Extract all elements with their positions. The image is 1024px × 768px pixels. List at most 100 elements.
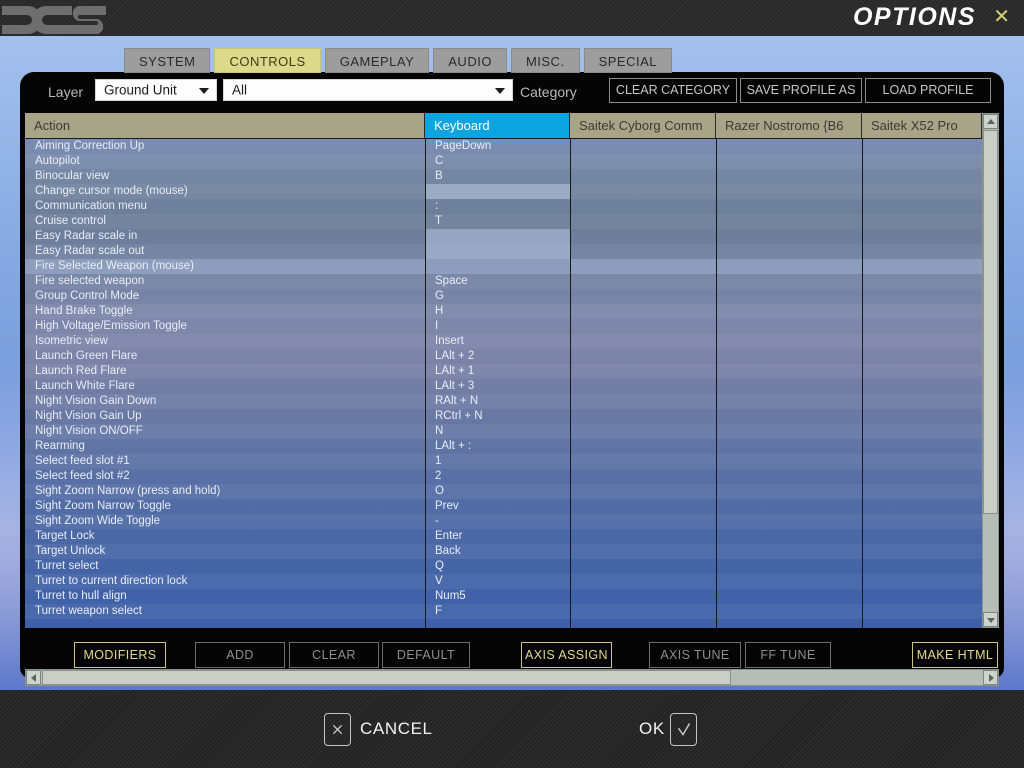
table-row[interactable]: Cruise control T	[25, 214, 982, 229]
column-header-razer-nostromo-b6[interactable]: Razer Nostromo {B6	[716, 113, 862, 138]
cell-keyboard[interactable]: G	[425, 289, 570, 304]
cell-keyboard[interactable]: RCtrl + N	[425, 409, 570, 424]
table-row[interactable]: Launch White Flare LAlt + 3	[25, 379, 982, 394]
close-icon[interactable]: ✕	[993, 6, 1010, 28]
cell-action[interactable]: Night Vision Gain Down	[25, 394, 425, 409]
cell-action[interactable]: Aiming Correction Up	[25, 139, 425, 154]
category-select[interactable]: All	[223, 79, 513, 101]
table-row[interactable]: Turret to current direction lock V	[25, 574, 982, 589]
cell-keyboard[interactable]: Num5	[425, 589, 570, 604]
ok-icon-button[interactable]	[670, 713, 697, 746]
cell-action[interactable]: Easy Radar scale out	[25, 244, 425, 259]
cell-action[interactable]: Sight Zoom Narrow (press and hold)	[25, 484, 425, 499]
vertical-scrollbar[interactable]	[982, 113, 999, 628]
table-row[interactable]: Sight Zoom Narrow Toggle Prev	[25, 499, 982, 514]
cell-keyboard[interactable]: LAlt + 1	[425, 364, 570, 379]
cell-keyboard[interactable]: RAlt + N	[425, 394, 570, 409]
cell-action[interactable]: Autopilot	[25, 154, 425, 169]
layer-select[interactable]: Ground Unit	[95, 79, 217, 101]
cell-keyboard[interactable]: B	[425, 169, 570, 184]
cell-action[interactable]: Fire Selected Weapon (mouse)	[25, 259, 425, 274]
cell-action[interactable]: Turret select	[25, 559, 425, 574]
column-header-saitek-cyborg-comm[interactable]: Saitek Cyborg Comm	[570, 113, 716, 138]
scroll-up-arrow-icon[interactable]	[983, 114, 998, 129]
cell-action[interactable]: Launch Green Flare	[25, 349, 425, 364]
cell-action[interactable]: Sight Zoom Narrow Toggle	[25, 499, 425, 514]
table-row[interactable]: Night Vision Gain Down RAlt + N	[25, 394, 982, 409]
table-row[interactable]: Turret weapon select F	[25, 604, 982, 619]
table-row[interactable]: Isometric view Insert	[25, 334, 982, 349]
table-row[interactable]: Fire Selected Weapon (mouse)	[25, 259, 982, 274]
cell-action[interactable]: Turret weapon select	[25, 604, 425, 619]
clear-category-button[interactable]: CLEAR CATEGORY	[609, 78, 737, 103]
table-row[interactable]: Autopilot C	[25, 154, 982, 169]
cell-action[interactable]: Group Control Mode	[25, 289, 425, 304]
column-header-action[interactable]: Action	[25, 113, 425, 138]
cell-keyboard[interactable]: LAlt + :	[425, 439, 570, 454]
cell-action[interactable]: Easy Radar scale in	[25, 229, 425, 244]
cell-keyboard[interactable]: Back	[425, 544, 570, 559]
save-profile-as-button[interactable]: SAVE PROFILE AS	[740, 78, 862, 103]
cancel-icon-button[interactable]	[324, 713, 351, 746]
table-row[interactable]: Turret to hull align Num5	[25, 589, 982, 604]
cell-action[interactable]: High Voltage/Emission Toggle	[25, 319, 425, 334]
scroll-down-arrow-icon[interactable]	[983, 612, 998, 627]
cell-keyboard[interactable]: LAlt + 2	[425, 349, 570, 364]
table-row[interactable]: Hand Brake Toggle H	[25, 304, 982, 319]
cell-keyboard[interactable]: 2	[425, 469, 570, 484]
cell-action[interactable]: Binocular view	[25, 169, 425, 184]
tab-controls[interactable]: CONTROLS	[214, 48, 321, 73]
table-row[interactable]: Sight Zoom Narrow (press and hold) O	[25, 484, 982, 499]
cell-action[interactable]: Launch White Flare	[25, 379, 425, 394]
cell-action[interactable]: Communication menu	[25, 199, 425, 214]
cell-keyboard[interactable]: F	[425, 604, 570, 619]
load-profile-button[interactable]: LOAD PROFILE	[865, 78, 991, 103]
cell-keyboard[interactable]	[425, 244, 570, 259]
tab-audio[interactable]: AUDIO	[433, 48, 507, 73]
cell-action[interactable]: Select feed slot #2	[25, 469, 425, 484]
cell-action[interactable]: Isometric view	[25, 334, 425, 349]
vertical-scrollbar-thumb[interactable]	[983, 130, 998, 514]
table-row[interactable]: Night Vision ON/OFF N	[25, 424, 982, 439]
makehtml-button[interactable]: MAKE HTML	[912, 642, 998, 668]
cell-keyboard[interactable]: N	[425, 424, 570, 439]
cell-action[interactable]: Hand Brake Toggle	[25, 304, 425, 319]
column-header-keyboard[interactable]: Keyboard	[425, 113, 570, 138]
cell-keyboard[interactable]: Enter	[425, 529, 570, 544]
cell-keyboard[interactable]: I	[425, 319, 570, 334]
table-row[interactable]: Rearming LAlt + :	[25, 439, 982, 454]
cell-keyboard[interactable]: T	[425, 214, 570, 229]
table-row[interactable]: Binocular view B	[25, 169, 982, 184]
table-row[interactable]: Turret select Q	[25, 559, 982, 574]
table-row[interactable]: Select feed slot #2 2	[25, 469, 982, 484]
table-row[interactable]: Launch Green Flare LAlt + 2	[25, 349, 982, 364]
table-row[interactable]: Sight Zoom Wide Toggle -	[25, 514, 982, 529]
cell-action[interactable]: Sight Zoom Wide Toggle	[25, 514, 425, 529]
table-row[interactable]: Select feed slot #1 1	[25, 454, 982, 469]
cell-action[interactable]: Turret to hull align	[25, 589, 425, 604]
table-row[interactable]: Launch Red Flare LAlt + 1	[25, 364, 982, 379]
axisassign-button[interactable]: AXIS ASSIGN	[521, 642, 612, 668]
column-header-saitek-x52-pro[interactable]: Saitek X52 Pro	[862, 113, 982, 138]
cell-action[interactable]: Change cursor mode (mouse)	[25, 184, 425, 199]
cell-action[interactable]: Night Vision ON/OFF	[25, 424, 425, 439]
cell-action[interactable]: Turret to current direction lock	[25, 574, 425, 589]
cell-keyboard[interactable]	[425, 259, 570, 274]
table-row[interactable]: High Voltage/Emission Toggle I	[25, 319, 982, 334]
table-row[interactable]: Easy Radar scale in	[25, 229, 982, 244]
cell-keyboard[interactable]: Insert	[425, 334, 570, 349]
table-row[interactable]: Fire selected weapon Space	[25, 274, 982, 289]
modifiers-button[interactable]: MODIFIERS	[74, 642, 166, 668]
tab-misc[interactable]: MISC.	[510, 48, 580, 73]
cell-keyboard[interactable]: Prev	[425, 499, 570, 514]
cell-keyboard[interactable]	[425, 184, 570, 199]
table-row[interactable]: Change cursor mode (mouse)	[25, 184, 982, 199]
table-row[interactable]: Easy Radar scale out	[25, 244, 982, 259]
tab-special[interactable]: SPECIAL	[583, 48, 672, 73]
cell-action[interactable]: Select feed slot #1	[25, 454, 425, 469]
cell-action[interactable]: Fire selected weapon	[25, 274, 425, 289]
cell-keyboard[interactable]: LAlt + 3	[425, 379, 570, 394]
cell-action[interactable]: Night Vision Gain Up	[25, 409, 425, 424]
table-row[interactable]: Group Control Mode G	[25, 289, 982, 304]
cell-action[interactable]: Rearming	[25, 439, 425, 454]
